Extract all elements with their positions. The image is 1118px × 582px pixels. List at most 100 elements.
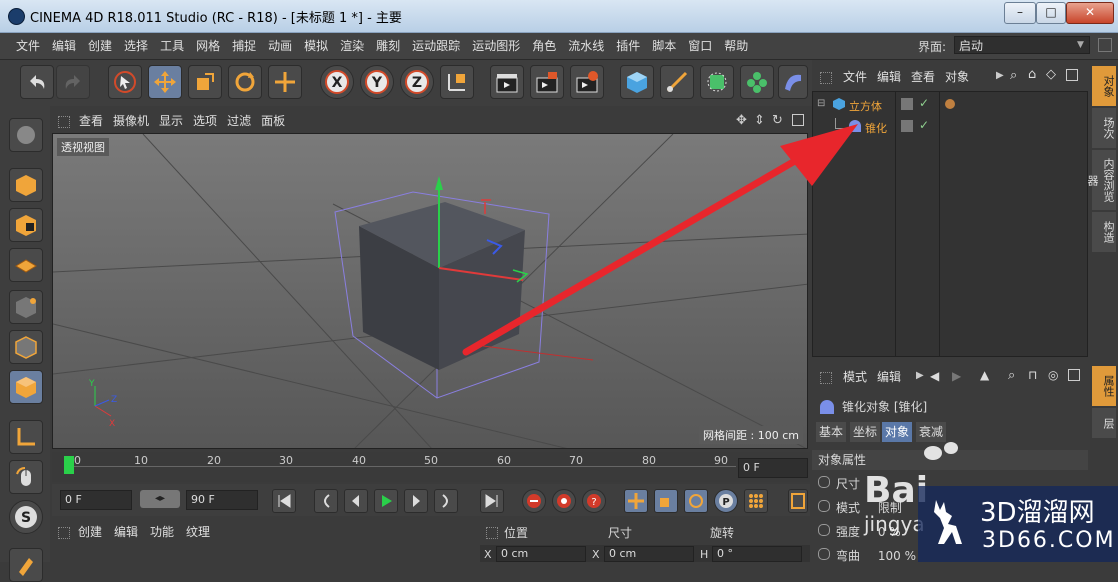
paint-button[interactable] bbox=[9, 548, 43, 582]
tab-objects[interactable]: 对象 bbox=[1092, 66, 1116, 106]
cube-primitive-button[interactable] bbox=[620, 65, 654, 99]
make-editable-button[interactable] bbox=[9, 118, 43, 152]
tab-basic[interactable]: 基本 bbox=[816, 422, 847, 442]
om-menu-object[interactable]: 对象 bbox=[940, 64, 974, 90]
pen-spline-button[interactable] bbox=[660, 65, 694, 99]
forward-arrow-icon[interactable]: ▶ bbox=[952, 369, 961, 383]
animation-dot-icon[interactable] bbox=[818, 476, 830, 488]
pan-icon[interactable]: ✥ bbox=[736, 113, 747, 128]
tab-coordinates[interactable]: 坐标 bbox=[850, 422, 881, 442]
viewport-menu-options[interactable]: 选项 bbox=[188, 110, 222, 132]
timeline-button[interactable] bbox=[788, 489, 808, 513]
redo-button[interactable] bbox=[56, 65, 90, 99]
visibility-toggle-icon[interactable] bbox=[901, 98, 913, 110]
eye-icon[interactable]: ◇ bbox=[1046, 67, 1056, 82]
undo-button[interactable] bbox=[20, 65, 54, 99]
snapping-button[interactable]: S bbox=[9, 500, 43, 534]
menu-select[interactable]: 选择 bbox=[118, 33, 154, 59]
viewport-menu-panel[interactable]: 面板 bbox=[256, 110, 290, 132]
autokey-button[interactable] bbox=[552, 489, 576, 513]
object-name[interactable]: 锥化 bbox=[865, 120, 887, 136]
menu-plugins[interactable]: 插件 bbox=[610, 33, 646, 59]
go-to-start-button[interactable] bbox=[272, 489, 296, 513]
key-position-button[interactable] bbox=[624, 489, 648, 513]
y-axis-button[interactable]: Y bbox=[360, 65, 394, 99]
link-icon[interactable]: ◎ bbox=[1048, 368, 1058, 382]
menu-character[interactable]: 角色 bbox=[526, 33, 562, 59]
om-menu-file[interactable]: 文件 bbox=[838, 64, 872, 90]
menu-help[interactable]: 帮助 bbox=[718, 33, 754, 59]
viewport-menu-camera[interactable]: 摄像机 bbox=[108, 110, 154, 132]
minimize-button[interactable]: – bbox=[1004, 2, 1036, 24]
go-to-end-button[interactable] bbox=[480, 489, 504, 513]
move-button[interactable] bbox=[148, 65, 182, 99]
menu-edit[interactable]: 编辑 bbox=[46, 33, 82, 59]
viewport-label[interactable]: 透视视图 bbox=[57, 138, 109, 156]
size-x-field[interactable]: 0 cm bbox=[604, 546, 694, 562]
menu-mesh[interactable]: 网格 bbox=[190, 33, 226, 59]
animation-dot-icon[interactable] bbox=[818, 548, 830, 560]
om-menu-edit[interactable]: 编辑 bbox=[872, 64, 906, 90]
subdivision-button[interactable] bbox=[700, 65, 734, 99]
tab-takes[interactable]: 场次 bbox=[1092, 108, 1116, 148]
material-menu-create[interactable]: 创建 bbox=[72, 520, 108, 544]
menu-file[interactable]: 文件 bbox=[10, 33, 46, 59]
play-button[interactable] bbox=[374, 489, 398, 513]
material-menu-texture[interactable]: 纹理 bbox=[180, 520, 216, 544]
close-button[interactable]: ✕ bbox=[1066, 2, 1114, 24]
end-frame-field[interactable]: 90 F bbox=[186, 490, 258, 510]
animation-dot-icon[interactable] bbox=[818, 524, 830, 536]
render-settings-button[interactable] bbox=[570, 65, 604, 99]
z-axis-button[interactable]: Z bbox=[400, 65, 434, 99]
keyframe-selection-button[interactable]: ? bbox=[582, 489, 606, 513]
polygons-mode-button[interactable] bbox=[9, 370, 43, 404]
live-selection-button[interactable] bbox=[108, 65, 142, 99]
next-key-button[interactable] bbox=[434, 489, 458, 513]
timeline-ruler[interactable]: 0 10 20 30 40 50 60 70 80 90 bbox=[52, 452, 810, 482]
object-row-cube[interactable]: ⊟ 立方体 ✓ bbox=[813, 96, 1087, 116]
rotation-h-field[interactable]: 0 ° bbox=[712, 546, 802, 562]
next-frame-button[interactable] bbox=[404, 489, 428, 513]
menu-simulate[interactable]: 模拟 bbox=[298, 33, 334, 59]
maximize-button[interactable]: □ bbox=[1036, 2, 1066, 24]
tab-attributes[interactable]: 属性 bbox=[1092, 366, 1116, 406]
menu-mograph[interactable]: 运动图形 bbox=[466, 33, 526, 59]
phong-tag-icon[interactable] bbox=[945, 99, 955, 109]
render-view-button[interactable] bbox=[490, 65, 524, 99]
up-arrow-icon[interactable]: ▲ bbox=[980, 368, 989, 382]
rotate-button[interactable] bbox=[228, 65, 262, 99]
tab-structure[interactable]: 构造 bbox=[1092, 212, 1116, 252]
workplane-button[interactable] bbox=[9, 248, 43, 282]
menu-pipeline[interactable]: 流水线 bbox=[562, 33, 610, 59]
object-row-taper[interactable]: 锥化 ✓ bbox=[813, 118, 1087, 138]
key-parameter-button[interactable]: P bbox=[714, 489, 738, 513]
panel-toggle-icon[interactable] bbox=[1098, 38, 1112, 52]
viewport-menu-view[interactable]: 查看 bbox=[74, 110, 108, 132]
zoom-icon[interactable]: ⇕ bbox=[754, 113, 765, 128]
menu-snap[interactable]: 捕捉 bbox=[226, 33, 262, 59]
current-frame-field[interactable]: 0 F bbox=[738, 458, 808, 478]
range-slider[interactable]: ◂▸ bbox=[140, 490, 180, 508]
render-picture-viewer-button[interactable] bbox=[530, 65, 564, 99]
cloner-button[interactable] bbox=[740, 65, 774, 99]
scale-button[interactable] bbox=[188, 65, 222, 99]
tab-layers[interactable]: 层 bbox=[1092, 408, 1116, 438]
home-icon[interactable]: ⌂ bbox=[1028, 67, 1036, 82]
maximize-view-icon[interactable] bbox=[792, 114, 804, 126]
x-axis-button[interactable]: X bbox=[320, 65, 354, 99]
material-menu-function[interactable]: 功能 bbox=[144, 520, 180, 544]
material-menu-edit[interactable]: 编辑 bbox=[108, 520, 144, 544]
menu-motion-tracking[interactable]: 运动跟踪 bbox=[406, 33, 466, 59]
viewport-menu-filter[interactable]: 过滤 bbox=[222, 110, 256, 132]
key-rotation-button[interactable] bbox=[684, 489, 708, 513]
previous-frame-button[interactable] bbox=[344, 489, 368, 513]
object-name[interactable]: 立方体 bbox=[849, 98, 882, 114]
menu-sculpt[interactable]: 雕刻 bbox=[370, 33, 406, 59]
menu-animate[interactable]: 动画 bbox=[262, 33, 298, 59]
edges-mode-button[interactable] bbox=[9, 330, 43, 364]
om-menu-view[interactable]: 查看 bbox=[906, 64, 940, 90]
key-scale-button[interactable] bbox=[654, 489, 678, 513]
menu-create[interactable]: 创建 bbox=[82, 33, 118, 59]
tweak-mode-button[interactable] bbox=[9, 460, 43, 494]
deformer-button[interactable] bbox=[778, 65, 808, 99]
